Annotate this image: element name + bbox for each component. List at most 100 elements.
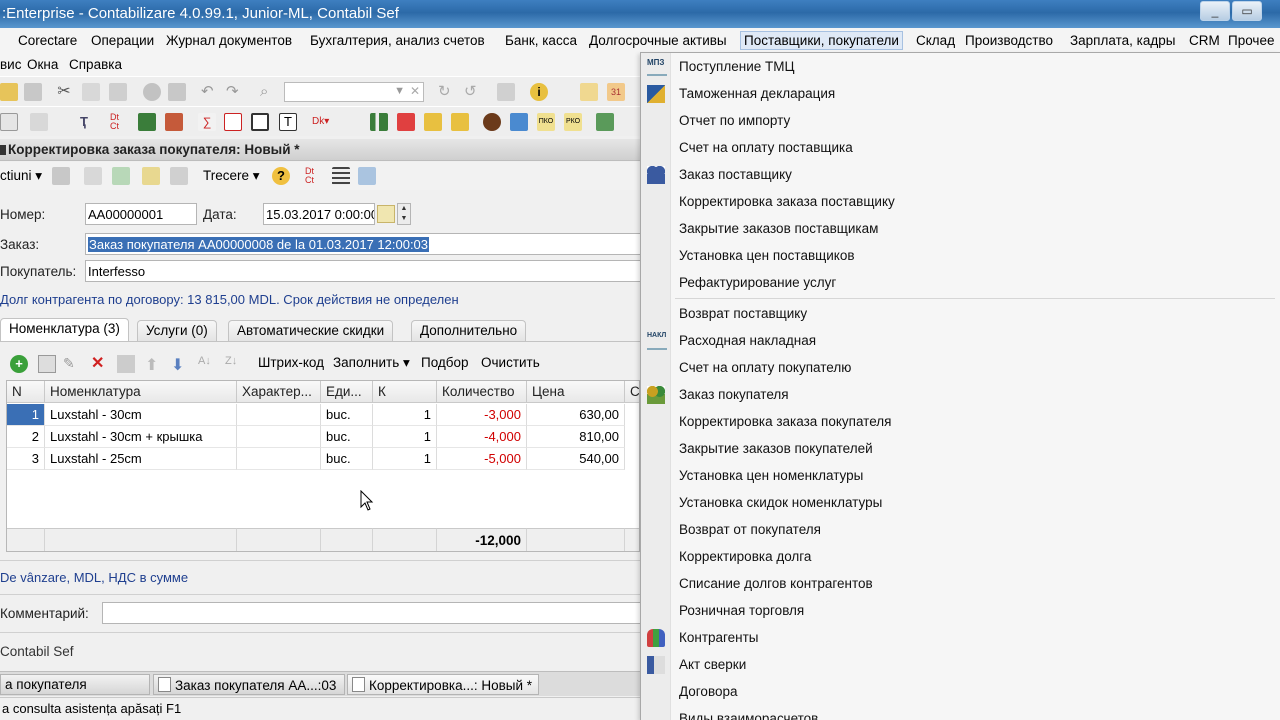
tab-nomenclature[interactable]: Номенклатура (3) (0, 318, 129, 342)
move-down-icon[interactable]: ⬇ (171, 355, 189, 374)
unit-cell[interactable]: buc. (321, 448, 373, 470)
trecere-menu[interactable]: Trecere ▾ (203, 168, 260, 184)
refresh-icon[interactable] (112, 167, 130, 185)
post-icon[interactable] (142, 167, 160, 185)
pko-icon[interactable]: ПКО (537, 113, 555, 131)
menu-item-close-supplier-orders[interactable]: Закрытие заказов поставщикам (641, 216, 1280, 242)
row-number-cell[interactable]: 3 (7, 448, 45, 470)
menu-item-customs-declaration[interactable]: Таможенная декларация (641, 81, 1280, 107)
menu-item-reconciliation-act[interactable]: Акт сверки (641, 652, 1280, 678)
column-header[interactable]: К (373, 381, 437, 403)
menu-production[interactable]: Производство (965, 33, 1053, 48)
column-header[interactable]: Характер... (237, 381, 321, 403)
unpost-icon[interactable] (170, 167, 188, 185)
bank-icon[interactable] (510, 113, 528, 131)
row-number-cell[interactable]: 1 (7, 404, 45, 426)
menu-crm[interactable]: CRM (1189, 33, 1220, 48)
calendar-icon[interactable] (377, 205, 395, 223)
menu-item-supplier-invoice[interactable]: Счет на оплату поставщика (641, 135, 1280, 161)
add-row-icon[interactable]: + (10, 355, 28, 373)
fill-button[interactable]: Заполнить ▾ (333, 355, 410, 371)
search-icon[interactable]: ⌕ (260, 83, 278, 101)
menu-suppliers-buyers[interactable]: Поставщики, покупатели (740, 31, 903, 50)
comment-field[interactable] (102, 602, 642, 624)
menu-accounting[interactable]: Бухгалтерия, анализ счетов (310, 33, 485, 48)
end-edit-icon[interactable] (117, 355, 135, 373)
calculator-icon[interactable] (580, 83, 598, 101)
money-icon[interactable] (397, 113, 415, 131)
menu-item-counterparties[interactable]: Контрагенты (641, 625, 1280, 651)
minimize-button[interactable]: _ (1200, 1, 1230, 21)
undo-icon[interactable]: ↶ (201, 83, 219, 101)
journal-icon[interactable] (30, 113, 48, 131)
menu-item-nomenclature-discounts[interactable]: Установка скидок номенклатуры (641, 490, 1280, 516)
search-next-icon[interactable]: ↻ (438, 83, 456, 101)
menu-operations[interactable]: Операции (91, 33, 154, 48)
menu-item-return-from-buyer[interactable]: Возврат от покупателя (641, 517, 1280, 543)
coins-icon[interactable] (424, 113, 442, 131)
barcode-button[interactable]: Штрих-код (258, 355, 324, 370)
report-icon[interactable] (165, 113, 183, 131)
price-cell[interactable]: 630,00 (527, 404, 625, 426)
menu-item-return-to-supplier[interactable]: Возврат поставщику (641, 301, 1280, 327)
move-up-icon[interactable]: ⬆ (145, 355, 163, 374)
frame-icon[interactable] (251, 113, 269, 131)
characteristic-cell[interactable] (237, 404, 321, 426)
menu-warehouse[interactable]: Склад (916, 33, 955, 48)
menu-item-debt-write-off[interactable]: Списание долгов контрагентов (641, 571, 1280, 597)
book-icon[interactable] (138, 113, 156, 131)
column-header[interactable]: Еди... (321, 381, 373, 403)
buyer-field[interactable]: Interfesso (85, 260, 641, 282)
coefficient-cell[interactable]: 1 (373, 426, 437, 448)
price-cell[interactable]: 810,00 (527, 426, 625, 448)
date-spinner[interactable]: ▲ ▼ (397, 203, 411, 225)
column-header[interactable]: Номенклатура (45, 381, 237, 403)
tab-auto-discounts[interactable]: Автоматические скидки (228, 320, 394, 342)
search-combo[interactable]: ▼ ✕ (284, 82, 424, 102)
menu-item-supplier-order[interactable]: Заказ поставщику (641, 162, 1280, 188)
tab-additional[interactable]: Дополнительно (411, 320, 527, 342)
coefficient-cell[interactable]: 1 (373, 448, 437, 470)
calendar-icon[interactable]: 31 (607, 83, 625, 101)
coins-add-icon[interactable] (451, 113, 469, 131)
item-cell[interactable]: Luxstahl - 25cm (45, 448, 237, 470)
menu-bank-cash[interactable]: Банк, касса (505, 33, 577, 48)
save-icon[interactable] (24, 83, 42, 101)
menu-documents-journal[interactable]: Журнал документов (166, 33, 292, 48)
column-header[interactable]: Количество (437, 381, 527, 403)
menu-service[interactable]: вис (0, 57, 21, 72)
task-correction[interactable]: Корректировка...: Новый * (347, 674, 539, 695)
cut-icon[interactable]: ✂ (55, 83, 73, 101)
menu-help[interactable]: Справка (69, 57, 122, 72)
menu-item-contracts[interactable]: Договора (641, 679, 1280, 705)
debt-info-link[interactable]: Долг контрагента по договору: 13 815,00 … (0, 292, 459, 307)
chart-of-accounts-icon[interactable]: Ҭ (80, 113, 98, 131)
coefficient-cell[interactable]: 1 (373, 404, 437, 426)
menu-item-buyer-order[interactable]: Заказ покупателя (641, 382, 1280, 408)
list-icon[interactable] (0, 113, 18, 131)
item-cell[interactable]: Luxstahl - 30cm + крышка (45, 426, 237, 448)
task-buyer-order[interactable]: Заказ покупателя АА...:03 (153, 674, 345, 695)
menu-item-settlement-types[interactable]: Виды взаиморасчетов (641, 706, 1280, 720)
menu-item-import-report[interactable]: Отчет по импорту (641, 108, 1280, 134)
redo-icon[interactable]: ↷ (226, 83, 244, 101)
characteristic-cell[interactable] (237, 448, 321, 470)
column-header[interactable]: Цена (527, 381, 625, 403)
unit-cell[interactable]: buc. (321, 404, 373, 426)
menu-salary-hr[interactable]: Зарплата, кадры (1070, 33, 1175, 48)
search-prev-icon[interactable]: ↺ (464, 83, 482, 101)
menu-item-service-reinvoicing[interactable]: Рефактурирование услуг (641, 270, 1280, 296)
menu-item-buyer-order-correction[interactable]: Корректировка заказа покупателя (641, 409, 1280, 435)
maximize-button[interactable]: ▭ (1232, 1, 1262, 21)
sort-asc-icon[interactable]: A↓ (198, 355, 216, 373)
doc-red-icon[interactable] (224, 113, 242, 131)
menu-item-goods-receipt[interactable]: МПЗ Поступление ТМЦ (641, 54, 1280, 80)
tab-services[interactable]: Услуги (0) (137, 320, 217, 342)
menu-corectare[interactable]: Corectare (18, 33, 77, 48)
nomenclature-table[interactable]: N Номенклатура Характер... Еди... К Коли… (6, 380, 640, 552)
copy-icon[interactable] (82, 83, 100, 101)
item-cell[interactable]: Luxstahl - 30cm (45, 404, 237, 426)
copy-doc-icon[interactable] (84, 167, 102, 185)
menu-item-supplier-order-correction[interactable]: Корректировка заказа поставщику (641, 189, 1280, 215)
quantity-cell[interactable]: -3,000 (437, 404, 527, 426)
